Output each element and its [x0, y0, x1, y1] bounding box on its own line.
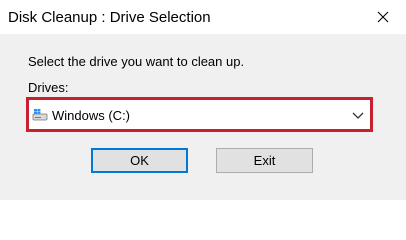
close-button[interactable] — [360, 0, 406, 34]
ok-button-label: OK — [130, 153, 149, 168]
ok-button[interactable]: OK — [91, 148, 188, 173]
title-bar: Disk Cleanup : Drive Selection — [0, 0, 406, 34]
drive-select-value: Windows (C:) — [52, 108, 131, 123]
close-icon — [377, 11, 389, 23]
disk-cleanup-dialog: Disk Cleanup : Drive Selection Select th… — [0, 0, 406, 200]
instruction-text: Select the drive you want to clean up. — [28, 54, 245, 69]
drives-label: Drives: — [28, 80, 69, 95]
exit-button-label: Exit — [253, 153, 276, 168]
chevron-down-icon — [352, 112, 364, 119]
exit-button[interactable]: Exit — [216, 148, 313, 173]
windows-drive-icon — [32, 109, 48, 121]
window-title: Disk Cleanup : Drive Selection — [8, 9, 211, 26]
drive-select[interactable]: Windows (C:) — [26, 97, 373, 132]
